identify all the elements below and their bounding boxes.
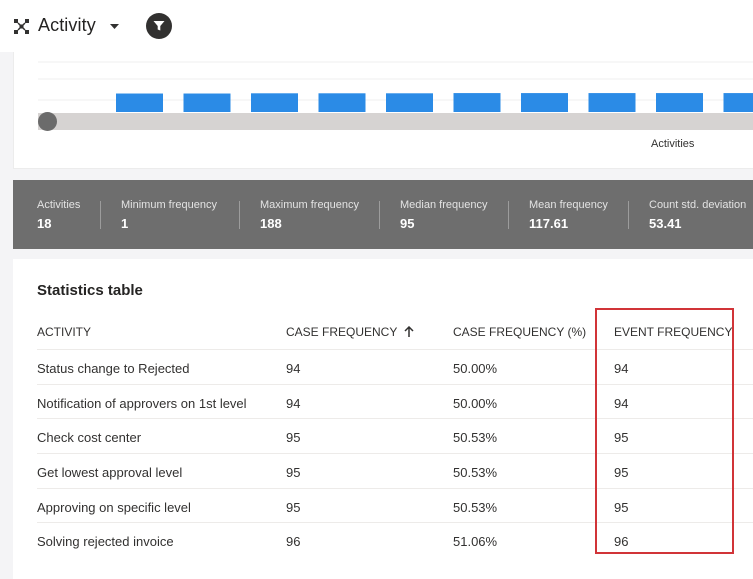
cell-case-frequency: 96 xyxy=(286,534,300,549)
cell-case-frequency-percent: 51.06% xyxy=(453,534,497,549)
chart-bar[interactable] xyxy=(116,94,163,112)
stat-maximum-frequency: Maximum frequency 188 xyxy=(260,180,359,249)
cell-case-frequency: 95 xyxy=(286,465,300,480)
page-title[interactable]: Activity xyxy=(38,15,96,36)
cell-case-frequency: 95 xyxy=(286,430,300,445)
table-row[interactable]: Check cost center 95 50.53% 95 xyxy=(37,418,753,452)
stat-minimum-frequency: Minimum frequency 1 xyxy=(121,180,217,249)
filter-icon xyxy=(153,20,165,32)
cell-case-frequency-percent: 50.53% xyxy=(453,465,497,480)
divider xyxy=(379,201,380,229)
chart-bar[interactable] xyxy=(521,93,568,112)
divider xyxy=(628,201,629,229)
cell-event-frequency: 95 xyxy=(614,430,628,445)
chart-bar[interactable] xyxy=(724,93,753,112)
cell-event-frequency: 94 xyxy=(614,361,628,376)
cell-event-frequency: 94 xyxy=(614,396,628,411)
column-header-event-frequency[interactable]: EVENT FREQUENCY xyxy=(614,325,732,339)
cell-case-frequency-percent: 50.53% xyxy=(453,430,497,445)
statistics-summary-bar: Activities 18 Minimum frequency 1 Maximu… xyxy=(13,180,753,249)
column-header-label: EVENT FREQUENCY xyxy=(614,325,732,339)
stat-label: Median frequency xyxy=(400,199,487,211)
cell-activity: Get lowest approval level xyxy=(37,465,182,480)
divider xyxy=(239,201,240,229)
stat-mean-frequency: Mean frequency 117.61 xyxy=(529,180,608,249)
activity-chart-card: Activities xyxy=(13,52,753,169)
table-row[interactable]: Notification of approvers on 1st level 9… xyxy=(37,384,753,418)
filter-button[interactable] xyxy=(146,13,172,39)
cell-case-frequency-percent: 50.53% xyxy=(453,500,497,515)
chart-bar[interactable] xyxy=(454,93,501,112)
stat-value: 18 xyxy=(37,216,80,231)
stat-label: Count std. deviation xyxy=(649,199,746,211)
table-title: Statistics table xyxy=(37,282,143,299)
chart-bar[interactable] xyxy=(184,94,231,112)
cell-activity: Solving rejected invoice xyxy=(37,534,174,549)
top-bar: Activity xyxy=(0,0,753,52)
stat-value: 188 xyxy=(260,216,359,231)
stat-count-std-deviation: Count std. deviation 53.41 xyxy=(649,180,746,249)
column-header-label: CASE FREQUENCY (%) xyxy=(453,325,586,339)
cell-case-frequency: 95 xyxy=(286,500,300,515)
stat-value: 95 xyxy=(400,216,487,231)
column-header-case-frequency[interactable]: CASE FREQUENCY xyxy=(286,325,414,339)
cell-case-frequency-percent: 50.00% xyxy=(453,361,497,376)
statistics-table-card: Statistics table ACTIVITY CASE FREQUENCY… xyxy=(13,259,753,579)
x-axis-label: Activities xyxy=(651,138,694,150)
chart-bar[interactable] xyxy=(319,93,366,112)
cell-case-frequency: 94 xyxy=(286,396,300,411)
cell-activity: Notification of approvers on 1st level xyxy=(37,396,247,411)
cell-event-frequency: 95 xyxy=(614,500,628,515)
cell-activity: Status change to Rejected xyxy=(37,361,190,376)
cell-activity: Check cost center xyxy=(37,430,141,445)
divider xyxy=(508,201,509,229)
caret-down-icon[interactable] xyxy=(110,24,119,30)
cell-event-frequency: 95 xyxy=(614,465,628,480)
chart-bar[interactable] xyxy=(386,93,433,112)
stat-label: Minimum frequency xyxy=(121,199,217,211)
stat-value: 53.41 xyxy=(649,216,746,231)
table-row[interactable]: Approving on specific level 95 50.53% 95 xyxy=(37,488,753,522)
stat-median-frequency: Median frequency 95 xyxy=(400,180,487,249)
chart-bar[interactable] xyxy=(251,93,298,112)
cell-activity: Approving on specific level xyxy=(37,500,191,515)
stat-label: Activities xyxy=(37,199,80,211)
table-row[interactable]: Get lowest approval level 95 50.53% 95 xyxy=(37,453,753,487)
stat-value: 1 xyxy=(121,216,217,231)
column-header-label: ACTIVITY xyxy=(37,325,91,339)
divider xyxy=(100,201,101,229)
stat-label: Mean frequency xyxy=(529,199,608,211)
column-header-label: CASE FREQUENCY xyxy=(286,325,397,339)
chart-bar[interactable] xyxy=(656,93,703,112)
range-slider-track[interactable] xyxy=(38,113,753,130)
chart-bar[interactable] xyxy=(589,93,636,112)
stat-label: Maximum frequency xyxy=(260,199,359,211)
cell-case-frequency: 94 xyxy=(286,361,300,376)
stat-value: 117.61 xyxy=(529,216,608,231)
column-header-case-frequency-percent[interactable]: CASE FREQUENCY (%) xyxy=(453,325,586,339)
cell-event-frequency: 96 xyxy=(614,534,628,549)
column-header-activity[interactable]: ACTIVITY xyxy=(37,325,91,339)
activity-bar-chart xyxy=(14,52,753,169)
table-row[interactable]: Status change to Rejected 94 50.00% 94 xyxy=(37,349,753,383)
table-row[interactable]: Solving rejected invoice 96 51.06% 96 xyxy=(37,522,753,556)
range-slider-handle[interactable] xyxy=(38,112,57,131)
stat-activities: Activities 18 xyxy=(37,180,80,249)
cell-case-frequency-percent: 50.00% xyxy=(453,396,497,411)
activity-icon xyxy=(13,18,30,35)
sort-ascending-icon[interactable] xyxy=(404,326,414,338)
